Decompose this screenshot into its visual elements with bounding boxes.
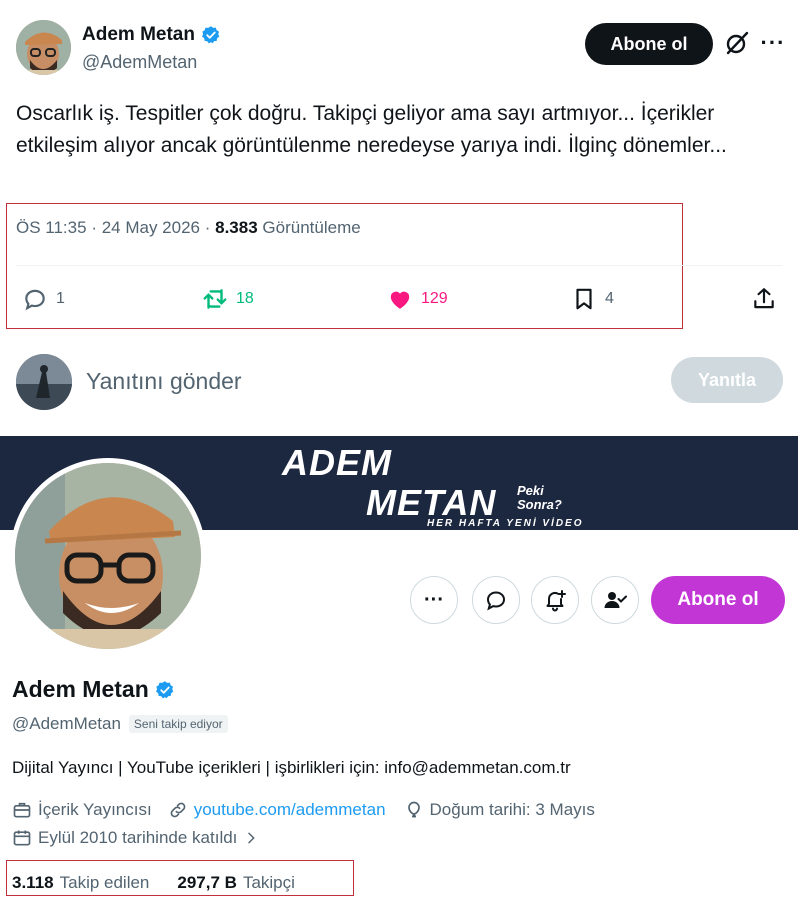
retweet-icon xyxy=(203,289,227,309)
tweet-meta: ÖS 11:35 · 24 May 2026 · 8.383 Görüntüle… xyxy=(16,218,361,238)
follow-icon xyxy=(604,592,627,608)
profile-joined-row[interactable]: Eylül 2010 tarihinde katıldı xyxy=(12,828,259,848)
avatar-image xyxy=(16,20,71,75)
profile-avatar[interactable] xyxy=(10,458,206,654)
profile-handle: @AdemMetan Seni takip ediyor xyxy=(12,714,228,734)
grok-icon[interactable] xyxy=(724,30,750,56)
bookmark-action[interactable]: 4 xyxy=(571,282,614,316)
more-icon: ··· xyxy=(424,589,444,611)
profile-category: İçerik Yayıncısı xyxy=(38,800,152,819)
profile-joined: Eylül 2010 tarihinde katıldı xyxy=(38,828,238,847)
briefcase-icon xyxy=(13,802,31,818)
profile-bio: Dijital Yayıncı | YouTube içerikleri | i… xyxy=(12,758,571,777)
verified-icon xyxy=(155,680,173,698)
message-icon xyxy=(486,591,506,611)
meta-dot: · xyxy=(91,218,102,237)
profile-subscribe-button[interactable]: Abone ol xyxy=(651,576,785,624)
reply-icon xyxy=(25,289,45,311)
following-count[interactable]: 3.118 xyxy=(12,873,54,893)
profile-stats: 3.118 Takip edilen 297,7 B Takipçi xyxy=(12,873,295,893)
notifications-button[interactable] xyxy=(531,576,579,624)
bookmark-icon xyxy=(576,288,592,310)
tweet-actions: 1 18 129 4 xyxy=(0,282,798,316)
reply-input[interactable]: Yanıtını gönder xyxy=(86,368,242,395)
reply-action[interactable]: 1 xyxy=(22,282,65,316)
message-button[interactable] xyxy=(472,576,520,624)
tweet-author-name[interactable]: Adem Metan xyxy=(82,24,221,46)
banner-subtitle: Peki Sonra? xyxy=(517,483,562,512)
link-icon xyxy=(170,802,186,818)
follows-you-badge: Seni takip ediyor xyxy=(128,715,228,733)
retweet-action[interactable]: 18 xyxy=(202,282,254,316)
tweet-date[interactable]: 24 May 2026 xyxy=(102,218,200,237)
tweet-text: Oscarlık iş. Tespitler çok doğru. Takipç… xyxy=(16,102,727,157)
profile-handle-text: @AdemMetan xyxy=(12,714,121,733)
followers-count[interactable]: 297,7 B xyxy=(177,873,237,893)
notify-icon xyxy=(546,590,566,612)
share-icon xyxy=(754,288,774,309)
current-user-avatar xyxy=(16,354,72,410)
divider xyxy=(16,265,782,266)
more-icon[interactable]: ··· xyxy=(760,30,786,56)
meta-dot: · xyxy=(204,218,216,237)
tweet-author-handle[interactable]: @AdemMetan xyxy=(82,52,197,73)
profile-name-text: Adem Metan xyxy=(12,676,149,702)
verified-icon xyxy=(202,26,220,44)
bookmark-count: 4 xyxy=(605,290,614,307)
more-options-button[interactable]: ··· xyxy=(410,576,458,624)
share-action[interactable] xyxy=(751,282,777,316)
author-name-text: Adem Metan xyxy=(82,24,195,45)
followers-label[interactable]: Takipçi xyxy=(243,873,295,893)
views-count: 8.383 xyxy=(215,218,258,237)
follow-button[interactable] xyxy=(591,576,639,624)
tweet-author-avatar[interactable] xyxy=(16,20,71,75)
reply-composer: Yanıtını gönder Yanıtla xyxy=(16,352,798,412)
calendar-icon xyxy=(13,830,31,846)
profile-birthday: Doğum tarihi: 3 Mayıs xyxy=(429,800,595,819)
reply-count: 1 xyxy=(56,290,65,307)
reply-button[interactable]: Yanıtla xyxy=(671,357,783,403)
balloon-icon xyxy=(407,801,420,818)
avatar-image xyxy=(15,463,201,649)
retweet-count: 18 xyxy=(236,290,254,307)
profile-name: Adem Metan xyxy=(12,676,175,703)
avatar-image xyxy=(16,354,72,410)
profile-info-row: İçerik Yayıncısı youtube.com/ademmetan D… xyxy=(12,800,595,820)
banner-title-line1: ADEM xyxy=(282,442,392,483)
profile-website-link[interactable]: youtube.com/ademmetan xyxy=(194,800,386,820)
tweet-time[interactable]: ÖS 11:35 xyxy=(16,218,87,237)
tweet-card: Adem Metan @AdemMetan Abone ol ··· Oscar… xyxy=(0,0,798,432)
chevron-right-icon xyxy=(248,832,256,844)
banner-tagline: HER HAFTA YENİ VİDEO xyxy=(427,518,584,529)
views-label: Görüntüleme xyxy=(262,218,361,237)
like-action[interactable]: 129 xyxy=(387,282,448,316)
subscribe-button[interactable]: Abone ol xyxy=(585,23,713,65)
following-label[interactable]: Takip edilen xyxy=(60,873,150,893)
profile-card: ADEM METAN Peki Sonra? HER HAFTA YENİ Vİ… xyxy=(0,436,798,907)
heart-icon xyxy=(390,291,410,309)
like-count: 129 xyxy=(421,290,448,307)
